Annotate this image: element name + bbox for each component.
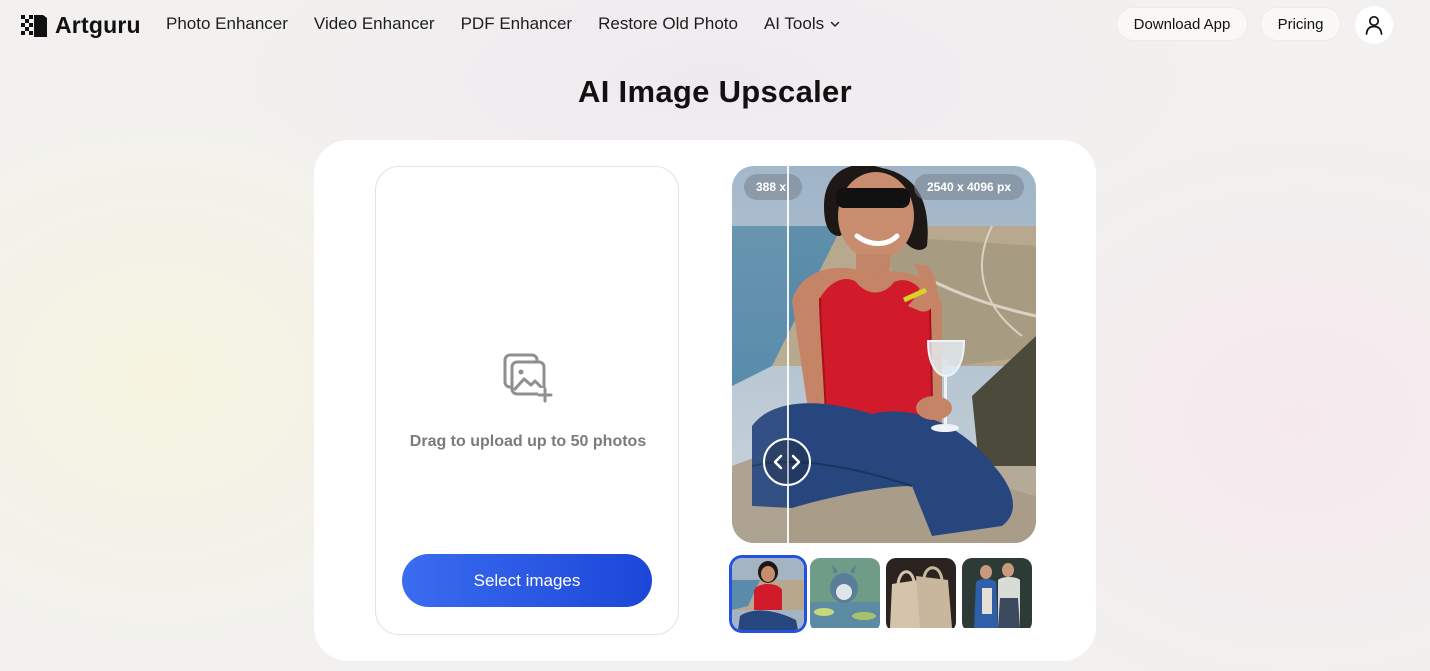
thumbnail-tote-bags[interactable] <box>886 558 956 632</box>
user-account-button[interactable] <box>1355 6 1393 44</box>
pricing-button[interactable]: Pricing <box>1261 8 1340 40</box>
nav-restore-old-photo[interactable]: Restore Old Photo <box>598 14 738 34</box>
upload-hint-text: Drag to upload up to 50 photos <box>409 433 647 450</box>
top-navigation: Artguru Photo Enhancer Video Enhancer PD… <box>0 0 1430 48</box>
nav-video-enhancer[interactable]: Video Enhancer <box>314 14 435 34</box>
chevron-down-icon <box>830 21 840 27</box>
sample-thumbnails <box>732 558 1032 632</box>
compare-divider-line <box>787 166 789 543</box>
nav-ai-tools-dropdown[interactable]: AI Tools <box>764 14 840 34</box>
download-app-button[interactable]: Download App <box>1117 8 1247 40</box>
thumbnail-cartoon-creature[interactable] <box>810 558 880 632</box>
add-images-icon <box>503 353 553 403</box>
before-resolution-badge: 388 x <box>744 174 802 200</box>
nav-pdf-enhancer[interactable]: PDF Enhancer <box>461 14 573 34</box>
artguru-logo-icon <box>21 14 47 37</box>
upscaler-card: Drag to upload up to 50 photos Select im… <box>314 140 1096 661</box>
page-title: AI Image Upscaler <box>578 74 852 109</box>
compare-arrows-icon <box>773 454 801 470</box>
before-after-preview[interactable]: 388 x 2540 x 4096 px <box>732 166 1036 543</box>
after-resolution-badge: 2540 x 4096 px <box>914 174 1024 200</box>
nav-ai-tools-label: AI Tools <box>763 14 825 33</box>
main-menu: Photo Enhancer Video Enhancer PDF Enhanc… <box>166 14 866 34</box>
nav-photo-enhancer[interactable]: Photo Enhancer <box>166 14 288 34</box>
brand-name: Artguru <box>55 12 141 38</box>
upload-dropzone[interactable]: Drag to upload up to 50 photos Select im… <box>375 166 679 635</box>
thumbnail-woman-on-rock[interactable] <box>732 558 804 630</box>
thumbnail-couple-portrait[interactable] <box>962 558 1032 632</box>
brand-logo[interactable]: Artguru <box>21 12 141 39</box>
select-images-button[interactable]: Select images <box>402 554 652 607</box>
compare-slider-handle[interactable] <box>763 438 811 486</box>
preview-photo <box>732 166 1036 543</box>
user-icon <box>1365 15 1383 35</box>
